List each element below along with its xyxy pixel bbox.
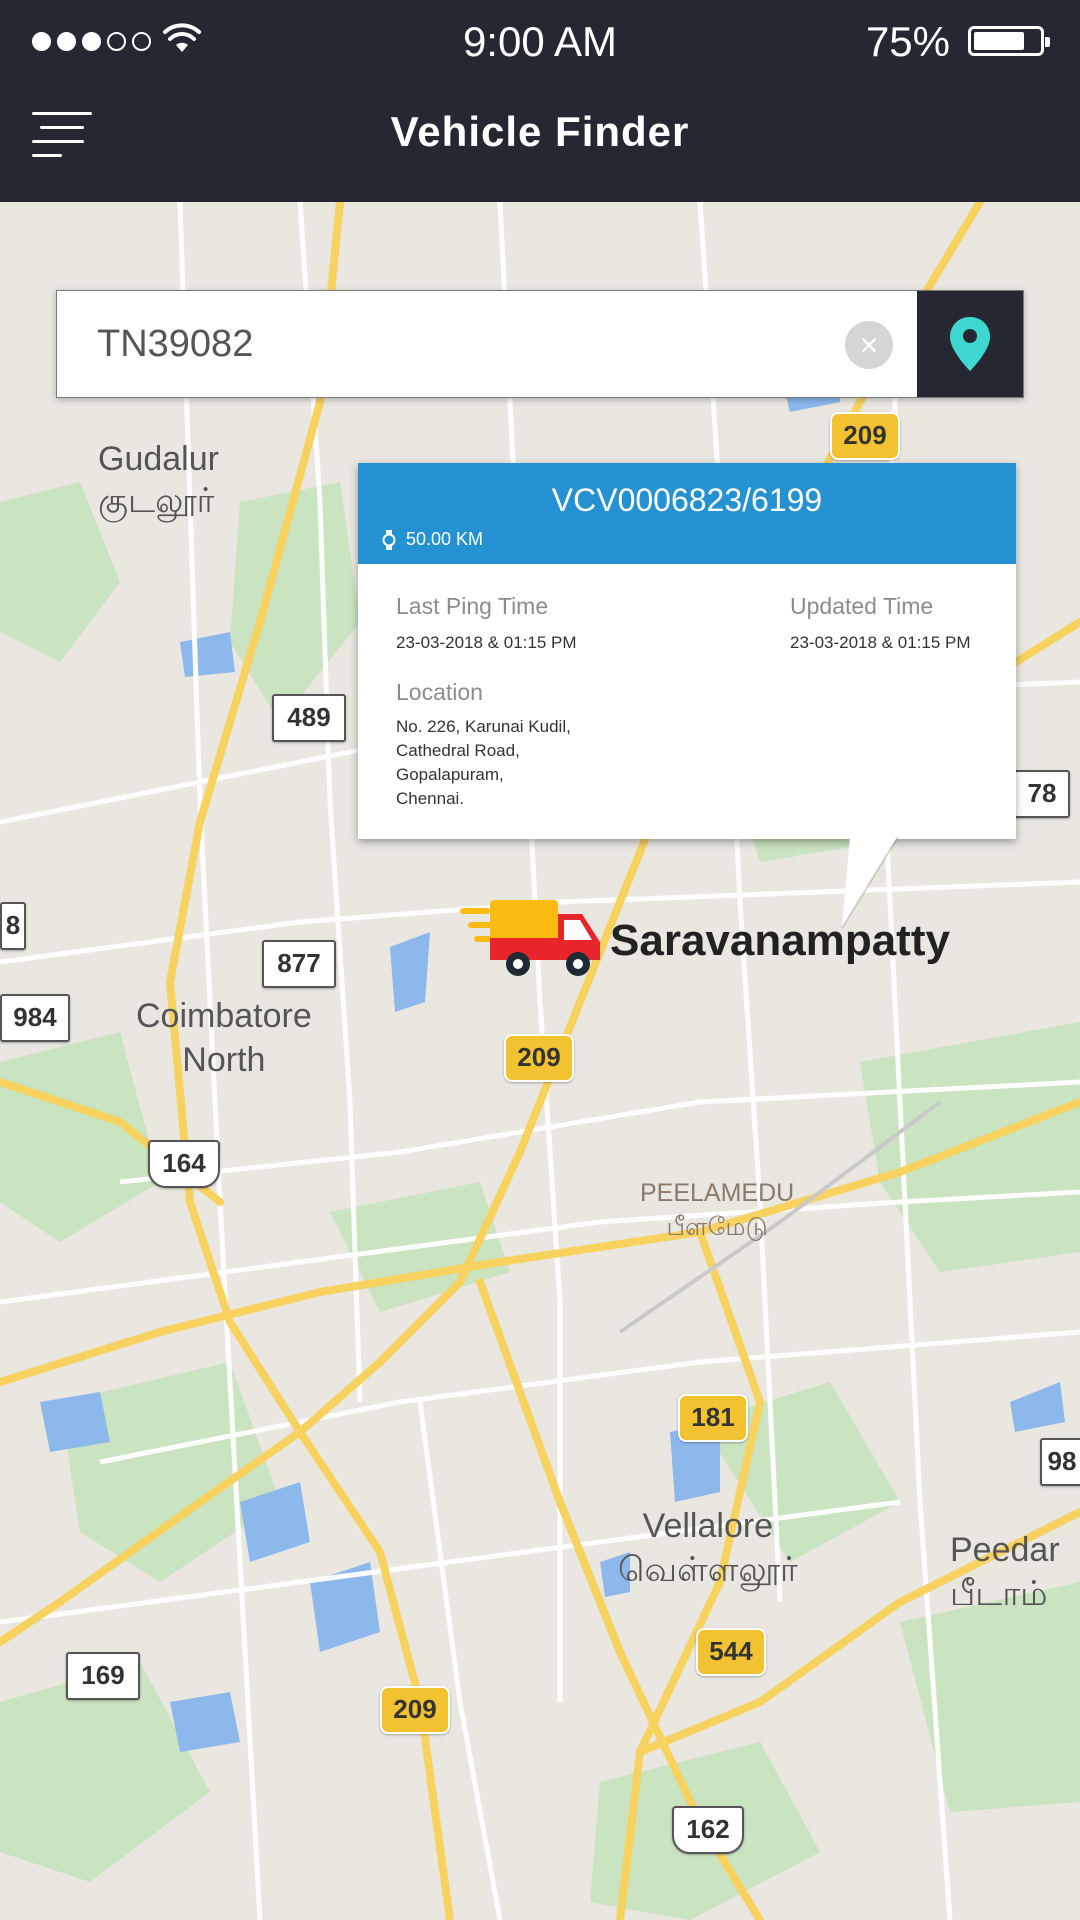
road-badge: 544 (696, 1628, 766, 1676)
last-ping-value: 23-03-2018 & 01:15 PM (396, 633, 577, 652)
vehicle-id: VCV0006823/6199 (551, 482, 823, 518)
place-label-vellalore: Vellalore வெள்ளலூர் (618, 1507, 798, 1589)
place-label-coimbatore-north: Coimbatore North (136, 997, 312, 1079)
updated-time-label: Updated Time (790, 593, 934, 619)
road-badge: 209 (830, 412, 900, 460)
vehicle-info-popup[interactable]: VCV0006823/6199 50.00 KM Last Ping Time … (358, 463, 1016, 839)
popup-pointer (841, 836, 899, 929)
road-badge: 209 (504, 1034, 574, 1082)
road-badge: 169 (66, 1652, 140, 1700)
distance-row: 50.00 KM (382, 529, 483, 550)
last-ping-label: Last Ping Time (396, 593, 549, 619)
road-badge: 8 (0, 902, 26, 950)
popup-header: VCV0006823/6199 50.00 KM (358, 463, 1016, 564)
road-badge: 98 (1040, 1438, 1080, 1486)
location-label: Location (396, 679, 483, 705)
road-badge: 209 (380, 1686, 450, 1734)
vehicle-search-input[interactable] (97, 291, 857, 397)
location-address: No. 226, Karunai Kudil, Cathedral Road, … (396, 717, 571, 808)
updated-time-value: 23-03-2018 & 01:15 PM (790, 633, 971, 652)
distance-value: 50.00 KM (406, 529, 484, 549)
battery-percent: 75% (865, 18, 950, 65)
highway-shield: 164 (148, 1140, 220, 1188)
road-badge: 984 (0, 994, 70, 1042)
highway-shield: 162 (672, 1806, 744, 1854)
road-badge: 877 (262, 940, 336, 988)
search-bar: × (56, 290, 1024, 398)
truck-icon[interactable] (460, 892, 606, 980)
close-icon[interactable]: × (845, 321, 893, 369)
map-pin-icon (950, 317, 990, 371)
place-label-peedar: Peedar பீடாம் (950, 1531, 1060, 1613)
locate-button[interactable] (917, 291, 1023, 397)
place-label-gudalur: Gudalur குடலூர் (98, 440, 219, 520)
status-bar: 9:00 AM 75% (0, 0, 1080, 82)
watch-icon (382, 529, 396, 550)
road-badge: 489 (272, 694, 346, 742)
app-bar: Vehicle Finder (0, 82, 1080, 202)
road-badge: 78 (1014, 770, 1070, 818)
battery-icon (968, 26, 1050, 56)
place-label-peelamedu: PEELAMEDU பீளமேடு (640, 1179, 795, 1241)
road-badge: 181 (678, 1394, 748, 1442)
map-view[interactable]: Gudalur குடலூர் Coimbatore North PEELAMEDU… (0, 202, 1080, 1920)
page-title: Vehicle Finder (390, 108, 690, 155)
